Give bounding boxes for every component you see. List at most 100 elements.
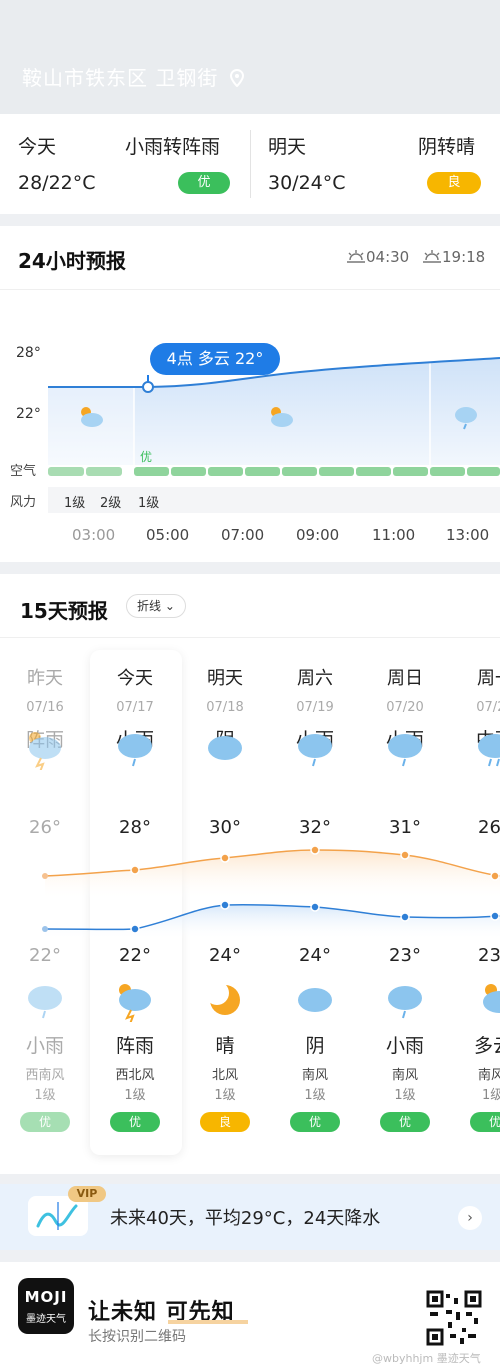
aqi-badge: 良 [200,1112,250,1132]
trend-chart-graphic [36,1202,78,1230]
qr-code[interactable] [426,1290,482,1346]
high-temp-point [130,865,140,875]
wind-level: 1级 [138,496,160,511]
aqi-bar [134,467,169,476]
aqi-badge: 优 [290,1112,340,1132]
high-temp-point [400,850,410,860]
low-temp: 24° [299,945,331,966]
logo-subtext: 墨迹天气 [26,1314,66,1325]
day-name: 明天 [207,668,243,689]
night-condition: 阴 [305,1035,325,1057]
aqi-badge: 优 [470,1112,500,1132]
wind-level: 1级 [394,1088,416,1103]
wind-level: 1级 [34,1088,56,1103]
tomorrow-condition: 阴转晴 [418,136,476,158]
day-date: 07/20 [386,700,424,715]
sunset-icon [423,250,441,263]
rain-icon [28,986,62,1019]
sunrise-icon [347,250,365,263]
wind-level: 1级 [124,1088,146,1103]
wind-direction: 西北风 [115,1068,155,1083]
chevron-right-icon[interactable]: › [458,1206,482,1230]
aqi-bar [86,467,122,476]
tomorrow-label: 明天 [268,136,307,158]
vip-text: 未来40天，平均29°C，24天降水 [110,1208,381,1229]
day-name: 周日 [387,668,423,689]
aqi-bar [171,467,206,476]
toggle-label: 折线 [137,599,162,613]
low-temp-point [130,924,140,934]
wind-row-label: 风力 [10,495,37,510]
low-temp-point [42,926,48,932]
thunderstorm-icon [119,984,151,1022]
day-name: 周六 [297,668,333,689]
day-name: 昨天 [27,668,63,689]
day-date: 07/17 [116,700,154,715]
high-temp-point [42,873,48,879]
low-temp: 24° [209,945,241,966]
aqi-label: 优 [140,450,153,464]
hour-label: 07:00 [221,526,265,544]
day-name: 周一 [477,668,500,689]
wind-direction: 北风 [211,1068,238,1083]
high-temp: 28° [119,817,151,838]
high-temp-area [45,850,500,900]
high-temp: 30° [209,817,241,838]
today-temperature: 28/22°C [18,172,96,194]
daily-title: 15天预报 [20,599,108,623]
moji-logo: MOJI 墨迹天气 [18,1278,74,1334]
wind-direction: 南风 [478,1068,500,1083]
aqi-bar [48,467,84,476]
low-temp: 22° [119,945,151,966]
divider [0,637,500,638]
aqi-bar [430,467,465,476]
wind-level: 1级 [214,1088,236,1103]
sunset-value: 19:18 [442,248,486,266]
watermark: @wbyhhjm 墨迹天气 [372,1352,481,1365]
low-temp-area [45,904,500,940]
slogan-subtext: 长按识别二维码 [88,1329,186,1345]
aqi-badge: 优 [110,1112,160,1132]
tomorrow-temperature: 30/24°C [268,172,346,194]
high-temp-point [220,853,230,863]
night-condition: 阵雨 [115,1035,154,1057]
high-temp: 31° [389,817,421,838]
high-temp-point [490,871,500,881]
tomorrow-aqi-badge: 良 [427,172,481,194]
location-text: 鞍山市铁东区 卫钢街 [22,66,219,90]
night-condition: 小雨 [25,1035,64,1057]
wind-direction: 西南风 [25,1068,65,1083]
low-temp-point [490,911,500,921]
day-date: 07/16 [26,700,64,715]
chart-mode-toggle[interactable]: 折线 ⌄ [126,594,186,618]
low-temp-point [400,912,410,922]
low-temp-point [310,902,320,912]
night-condition: 小雨 [385,1035,424,1057]
current-point [142,381,154,393]
day-icons-row [29,732,500,770]
sunrise-time: 04:30 [346,248,409,266]
location-label[interactable]: 鞍山市铁东区 卫钢街 [22,62,244,91]
aqi-badge: 优 [20,1112,70,1132]
aqi-bar [393,467,428,476]
high-temp: 26° [478,817,500,838]
moderate-rain-icon [478,734,500,767]
air-row-label: 空气 [10,464,37,479]
wind-level: 2级 [100,496,122,511]
hourly-title: 24小时预报 [18,249,126,273]
aqi-badge: 优 [380,1112,430,1132]
rain-icon [298,734,332,767]
divider [0,289,500,290]
low-temp: 22° [29,945,61,966]
aqi-bar [319,467,354,476]
daily-temperature-chart [42,845,500,940]
day-date: 07/18 [206,700,244,715]
hour-tooltip: 4点 多云 22° [150,343,280,375]
slogan-underline [168,1320,248,1324]
sunrise-value: 04:30 [366,248,410,266]
logo-text: MOJI [24,1288,68,1306]
low-temp: 23° [389,945,421,966]
wind-direction: 南风 [391,1068,418,1083]
day-date: 07/21 [476,700,500,715]
today-condition: 小雨转阵雨 [125,136,221,158]
